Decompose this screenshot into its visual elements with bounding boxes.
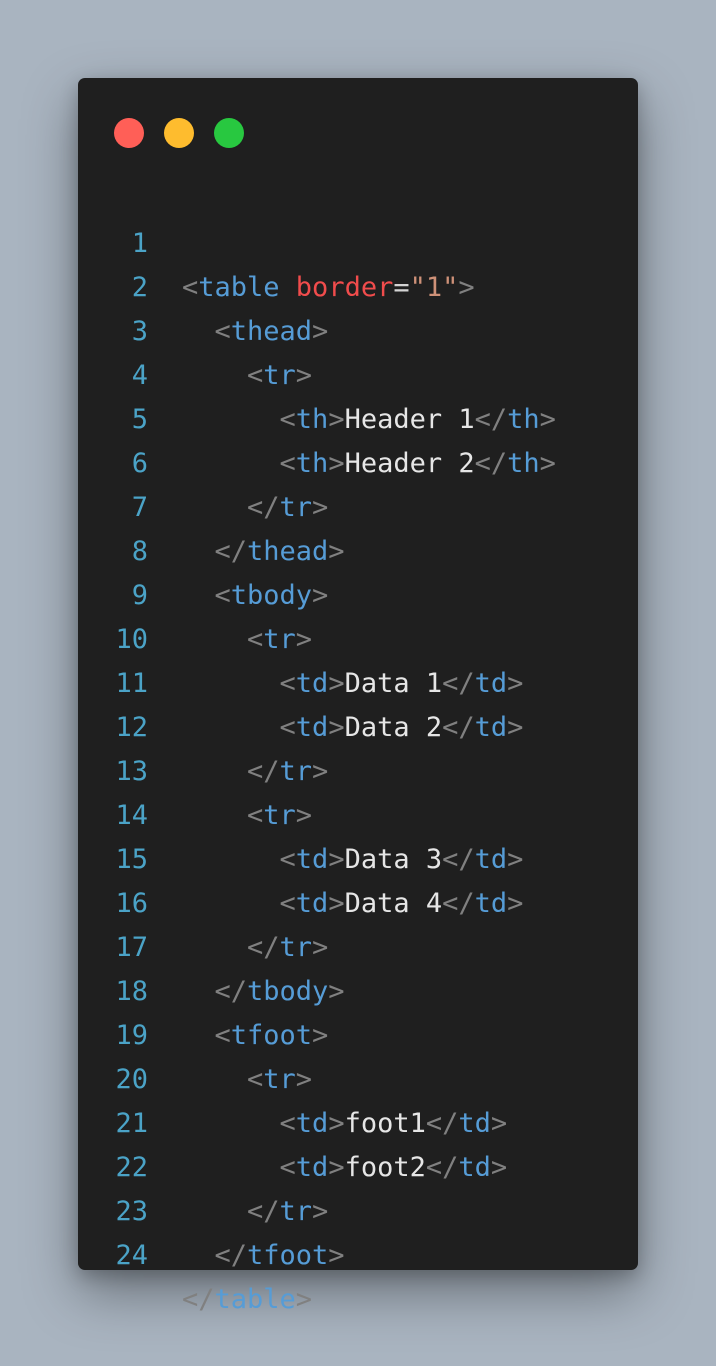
code-line: 17 </tbody> <box>78 882 638 1007</box>
code-line: 24 </table> <box>78 1190 638 1315</box>
code-line: 3 <tr> <box>78 266 638 391</box>
code-line: 23 </tfoot> <box>78 1146 638 1271</box>
code-line: 6 </tr> <box>78 398 638 523</box>
code-line: 2 <thead> <box>78 222 638 347</box>
close-dot-icon[interactable] <box>114 118 144 148</box>
code-line: 18 <tfoot> <box>78 926 638 1051</box>
code-window: 1 <table border="1"> 2 <thead> 3 <tr> 4 … <box>78 78 638 1315</box>
code-line: 1 <table border="1"> <box>78 178 638 303</box>
code-line: 22 </tr> <box>78 1102 638 1227</box>
code-line: 9 <tr> <box>78 530 638 655</box>
code-line: 11 <td>Data 2</td> <box>78 618 638 743</box>
code-block: 1 <table border="1"> 2 <thead> 3 <tr> 4 … <box>78 178 638 1315</box>
code-line: 4 <th>Header 1</th> <box>78 310 638 435</box>
code-line: 14 <td>Data 3</td> <box>78 750 638 875</box>
code-line: 20 <td>foot1</td> <box>78 1014 638 1139</box>
line-content: </tfoot> <box>214 1240 345 1271</box>
code-line: 21 <td>foot2</td> <box>78 1058 638 1183</box>
code-line: 8 <tbody> <box>78 486 638 611</box>
code-line: 7 </thead> <box>78 442 638 567</box>
minimize-dot-icon[interactable] <box>164 118 194 148</box>
code-line: 5 <th>Header 2</th> <box>78 354 638 479</box>
line-number: 24 <box>115 1240 148 1271</box>
maximize-dot-icon[interactable] <box>214 118 244 148</box>
code-line: 19 <tr> <box>78 970 638 1095</box>
code-line: 16 </tr> <box>78 838 638 963</box>
line-content: </table> <box>182 1284 313 1315</box>
code-line: 12 </tr> <box>78 662 638 787</box>
code-line: 15 <td>Data 4</td> <box>78 794 638 919</box>
code-line: 10 <td>Data 1</td> <box>78 574 638 699</box>
code-line: 13 <tr> <box>78 706 638 831</box>
